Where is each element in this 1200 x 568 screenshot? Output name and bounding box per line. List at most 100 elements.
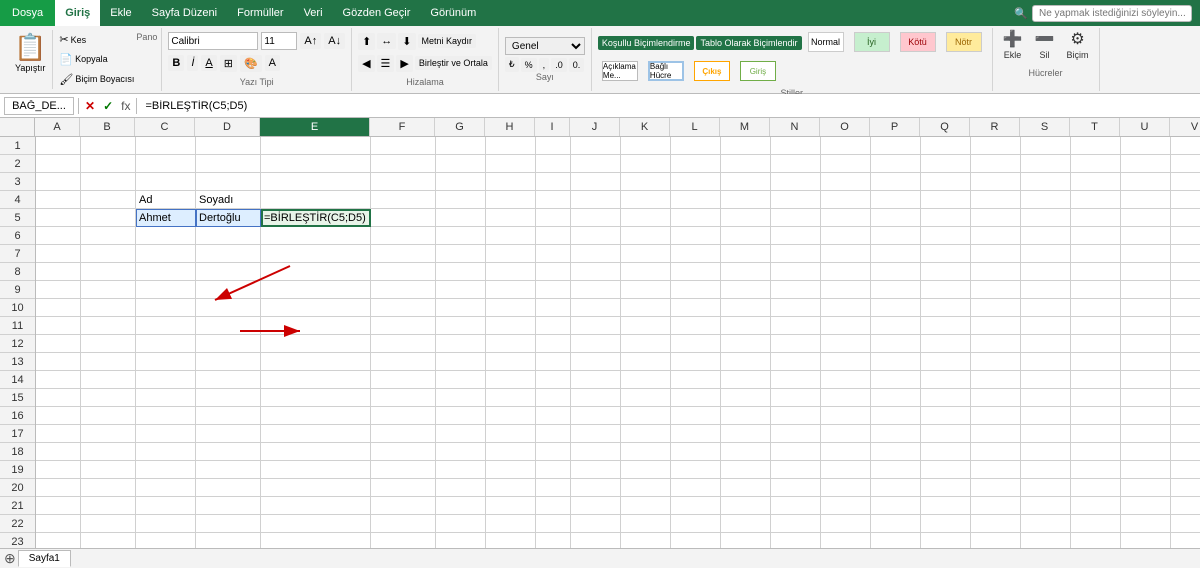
cell-r2[interactable] (971, 155, 1021, 173)
cell-r18[interactable] (971, 443, 1021, 461)
cell-t1[interactable] (1071, 137, 1121, 155)
cell-v18[interactable] (1171, 443, 1200, 461)
cell-v8[interactable] (1171, 263, 1200, 281)
cell-i13[interactable] (536, 353, 571, 371)
cell-e23[interactable] (261, 533, 371, 548)
cell-e5[interactable]: =BİRLEŞTİR(C5;D5) (261, 209, 371, 227)
cell-m3[interactable] (721, 173, 771, 191)
cell-h18[interactable] (486, 443, 536, 461)
cell-k16[interactable] (621, 407, 671, 425)
cell-c17[interactable] (136, 425, 196, 443)
row-num-6[interactable]: 6 (0, 227, 35, 245)
cell-p6[interactable] (871, 227, 921, 245)
cell-b6[interactable] (81, 227, 136, 245)
cell-n7[interactable] (771, 245, 821, 263)
cell-n12[interactable] (771, 335, 821, 353)
cell-n21[interactable] (771, 497, 821, 515)
col-header-t[interactable]: T (1070, 118, 1120, 136)
cell-d15[interactable] (196, 389, 261, 407)
col-header-h[interactable]: H (485, 118, 535, 136)
cell-q18[interactable] (921, 443, 971, 461)
cell-n8[interactable] (771, 263, 821, 281)
row-num-12[interactable]: 12 (0, 335, 35, 353)
cell-s11[interactable] (1021, 317, 1071, 335)
cell-m14[interactable] (721, 371, 771, 389)
cell-b11[interactable] (81, 317, 136, 335)
cell-u21[interactable] (1121, 497, 1171, 515)
cell-v21[interactable] (1171, 497, 1200, 515)
tablo-bicim-button[interactable]: Tablo Olarak Biçimlendir (696, 36, 801, 50)
cell-m17[interactable] (721, 425, 771, 443)
cell-h16[interactable] (486, 407, 536, 425)
cell-g7[interactable] (436, 245, 486, 263)
row-num-2[interactable]: 2 (0, 155, 35, 173)
cell-i3[interactable] (536, 173, 571, 191)
cell-h8[interactable] (486, 263, 536, 281)
cell-o16[interactable] (821, 407, 871, 425)
cell-d6[interactable] (196, 227, 261, 245)
cell-v14[interactable] (1171, 371, 1200, 389)
cell-k10[interactable] (621, 299, 671, 317)
cell-s6[interactable] (1021, 227, 1071, 245)
row-num-19[interactable]: 19 (0, 461, 35, 479)
cell-e19[interactable] (261, 461, 371, 479)
col-header-a[interactable]: A (35, 118, 80, 136)
cell-p2[interactable] (871, 155, 921, 173)
increase-font-button[interactable]: A↑ (300, 33, 321, 49)
style-iyi[interactable]: İyi (850, 30, 894, 55)
cell-v15[interactable] (1171, 389, 1200, 407)
cell-g22[interactable] (436, 515, 486, 533)
row-num-21[interactable]: 21 (0, 497, 35, 515)
cell-j6[interactable] (571, 227, 621, 245)
cell-g23[interactable] (436, 533, 486, 548)
cell-o18[interactable] (821, 443, 871, 461)
cell-b18[interactable] (81, 443, 136, 461)
cell-n4[interactable] (771, 191, 821, 209)
cell-b19[interactable] (81, 461, 136, 479)
cell-n23[interactable] (771, 533, 821, 548)
cell-r15[interactable] (971, 389, 1021, 407)
cell-v20[interactable] (1171, 479, 1200, 497)
cell-r19[interactable] (971, 461, 1021, 479)
cell-f23[interactable] (371, 533, 436, 548)
cell-n6[interactable] (771, 227, 821, 245)
row-num-3[interactable]: 3 (0, 173, 35, 191)
cell-j13[interactable] (571, 353, 621, 371)
cell-m18[interactable] (721, 443, 771, 461)
cell-g8[interactable] (436, 263, 486, 281)
cancel-formula-button[interactable]: ✕ (83, 99, 97, 113)
cell-s9[interactable] (1021, 281, 1071, 299)
cell-s1[interactable] (1021, 137, 1071, 155)
cell-m1[interactable] (721, 137, 771, 155)
col-header-m[interactable]: M (720, 118, 770, 136)
cell-l1[interactable] (671, 137, 721, 155)
cell-c22[interactable] (136, 515, 196, 533)
row-num-15[interactable]: 15 (0, 389, 35, 407)
wrap-text-button[interactable]: Metni Kaydır (418, 34, 477, 48)
col-header-c[interactable]: C (135, 118, 195, 136)
cell-f4[interactable] (371, 191, 436, 209)
row-num-7[interactable]: 7 (0, 245, 35, 263)
cell-m2[interactable] (721, 155, 771, 173)
col-header-k[interactable]: K (620, 118, 670, 136)
cell-t13[interactable] (1071, 353, 1121, 371)
cell-q6[interactable] (921, 227, 971, 245)
cell-s20[interactable] (1021, 479, 1071, 497)
search-input[interactable] (1032, 5, 1192, 22)
cell-h4[interactable] (486, 191, 536, 209)
cell-b7[interactable] (81, 245, 136, 263)
formula-input[interactable] (141, 98, 1196, 114)
cell-u20[interactable] (1121, 479, 1171, 497)
cell-i10[interactable] (536, 299, 571, 317)
cell-f14[interactable] (371, 371, 436, 389)
cell-e17[interactable] (261, 425, 371, 443)
cell-s2[interactable] (1021, 155, 1071, 173)
tab-gorunum[interactable]: Görünüm (420, 0, 486, 26)
cell-b9[interactable] (81, 281, 136, 299)
cell-i9[interactable] (536, 281, 571, 299)
cell-c9[interactable] (136, 281, 196, 299)
cell-a2[interactable] (36, 155, 81, 173)
cell-f20[interactable] (371, 479, 436, 497)
cell-t19[interactable] (1071, 461, 1121, 479)
cell-d19[interactable] (196, 461, 261, 479)
